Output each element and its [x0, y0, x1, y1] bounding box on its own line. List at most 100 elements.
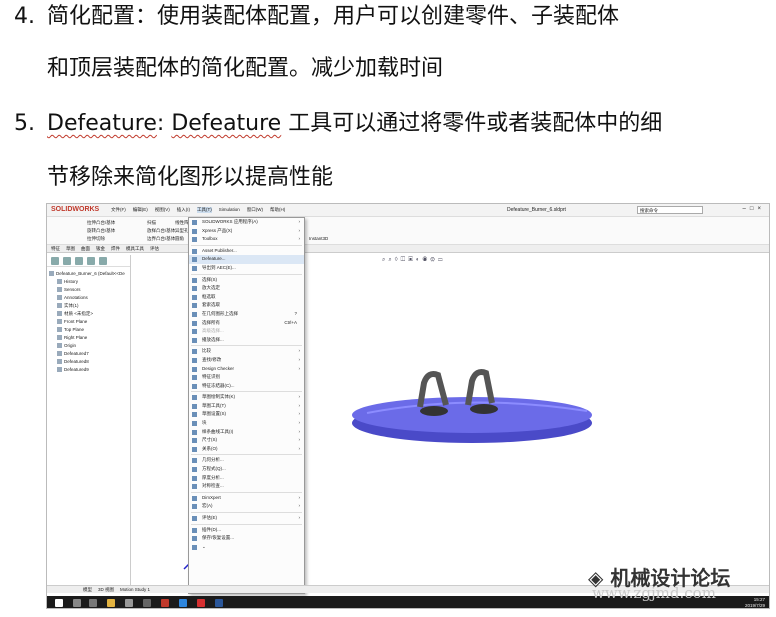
- tools-menu-item[interactable]: 套索选取: [189, 301, 304, 310]
- menu-item-icon: [192, 484, 197, 490]
- tools-menu-item[interactable]: 草图设置(S) ›: [189, 410, 304, 419]
- feature-tree: Defeature_Burner_6 (Default<<De History …: [47, 267, 130, 377]
- word-icon[interactable]: [215, 599, 223, 607]
- tools-menu-item[interactable]: 方程式(Q)...: [189, 465, 304, 474]
- tree-item[interactable]: History: [49, 278, 128, 286]
- app-icon[interactable]: [179, 599, 187, 607]
- tools-menu-item[interactable]: 特征冻结器(C)...: [189, 382, 304, 391]
- app-icon[interactable]: [197, 599, 205, 607]
- extrude-boss-button[interactable]: 拉伸凸台/基体: [87, 220, 115, 226]
- instant3d-button[interactable]: Instant3D: [309, 236, 328, 241]
- item-4-line-1: 4. 简化配置：使用装配体配置，用户可以创建零件、子装配体: [14, 2, 619, 32]
- tools-menu-item[interactable]: 高级选择...: [189, 327, 304, 336]
- tab-model[interactable]: 模型: [83, 586, 92, 593]
- tools-menu-item[interactable]: 放大选定: [189, 284, 304, 293]
- tab-surfaces[interactable]: 曲面: [81, 245, 90, 252]
- tree-item[interactable]: Defeatured9: [49, 366, 128, 374]
- tree-item[interactable]: Annotations: [49, 294, 128, 302]
- windows-start-icon[interactable]: [55, 599, 63, 607]
- tools-menu-item[interactable]: Defeature...: [189, 255, 304, 264]
- tree-item[interactable]: 实体(1): [49, 302, 128, 310]
- tools-menu-item[interactable]: 选择(S): [189, 276, 304, 285]
- solidworks-taskbar-icon[interactable]: [161, 599, 169, 607]
- extrude-cut-button[interactable]: 拉伸切除: [87, 236, 105, 242]
- menu-view[interactable]: 视图(V): [155, 207, 170, 213]
- tab-evaluate[interactable]: 评估: [150, 245, 159, 252]
- tools-menu-item[interactable]: 宏(A) ›: [189, 502, 304, 511]
- tree-item[interactable]: Sensors: [49, 286, 128, 294]
- menu-window[interactable]: 窗口(W): [247, 207, 263, 213]
- tools-menu-item[interactable]: 对称检查...: [189, 482, 304, 491]
- fillet-button[interactable]: 圆角: [175, 236, 184, 242]
- tools-menu-item[interactable]: Asset Publisher...: [189, 247, 304, 256]
- tab-features[interactable]: 特征: [51, 245, 60, 252]
- revolve-boss-button[interactable]: 旋转凸台/基体: [87, 228, 115, 234]
- tab-sheet-metal[interactable]: 钣金: [96, 245, 105, 252]
- menu-simulation[interactable]: Simulation: [219, 207, 240, 213]
- tree-item[interactable]: Origin: [49, 342, 128, 350]
- tools-menu-item[interactable]: Xpress 产品(X) ›: [189, 227, 304, 236]
- tools-menu-item[interactable]: 选择所有 Ctrl+A: [189, 319, 304, 328]
- search-input[interactable]: 搜索命令: [637, 206, 703, 214]
- file-explorer-icon[interactable]: [107, 599, 115, 607]
- tree-item[interactable]: 材质 <未指定>: [49, 310, 128, 318]
- menu-item-label: 块: [202, 420, 207, 426]
- tools-menu-item[interactable]: 评估(E) ›: [189, 514, 304, 523]
- tree-item[interactable]: Defeatured7: [49, 350, 128, 358]
- tools-menu-item[interactable]: DimXpert ›: [189, 494, 304, 503]
- tools-menu-item[interactable]: SOLIDWORKS 应用程序(A) ›: [189, 218, 304, 227]
- tab-sketch[interactable]: 草图: [66, 245, 75, 252]
- tab-3d-views[interactable]: 3D 视图: [98, 586, 114, 593]
- dimxpert-icon[interactable]: [87, 257, 95, 265]
- tools-menu-item[interactable]: 特征识别: [189, 373, 304, 382]
- tools-menu-item[interactable]: 尺寸(S) ›: [189, 436, 304, 445]
- tab-motion-study[interactable]: Motion Study 1: [120, 586, 150, 593]
- tools-menu-item[interactable]: 播放选择...: [189, 336, 304, 345]
- loft-button[interactable]: 放样凸台/基体: [147, 228, 175, 234]
- tools-menu-item[interactable]: 块 ›: [189, 419, 304, 428]
- menu-file[interactable]: 文件(F): [111, 207, 126, 213]
- tools-menu-item[interactable]: ⌄: [189, 543, 304, 552]
- tools-menu-item[interactable]: 框选取: [189, 293, 304, 302]
- tools-menu-item[interactable]: 比较 ›: [189, 347, 304, 356]
- tab-mold-tools[interactable]: 模具工具: [126, 245, 144, 252]
- tools-menu-item[interactable]: 导出到 AEC(E)...: [189, 264, 304, 273]
- tools-menu-item[interactable]: 草图绘制实体(K) ›: [189, 393, 304, 402]
- submenu-arrow-icon: ›: [298, 515, 301, 520]
- menu-item-icon: [192, 458, 197, 464]
- tree-item[interactable]: Front Plane: [49, 318, 128, 326]
- tools-menu-item[interactable]: 几何分析...: [189, 456, 304, 465]
- tab-weldments[interactable]: 焊件: [111, 245, 120, 252]
- calculator-icon[interactable]: [143, 599, 151, 607]
- tools-menu-item[interactable]: Toolbox ›: [189, 235, 304, 244]
- task-view-icon[interactable]: [89, 599, 97, 607]
- search-icon[interactable]: [73, 599, 81, 607]
- menu-tools[interactable]: 工具(T): [197, 207, 212, 213]
- window-controls[interactable]: –□×: [743, 206, 765, 212]
- tools-menu-item[interactable]: 草图工具(T) ›: [189, 402, 304, 411]
- hole-wizard-button[interactable]: 异型孔: [175, 228, 189, 234]
- tools-menu-item[interactable]: 关系(O) ›: [189, 445, 304, 454]
- boundary-button[interactable]: 边界凸台/基体: [147, 236, 175, 242]
- sweep-button[interactable]: 扫描: [147, 220, 156, 226]
- tools-menu-item[interactable]: 保存/恢复设置...: [189, 534, 304, 543]
- tools-menu-item[interactable]: Design Checker ›: [189, 365, 304, 374]
- tools-menu-item[interactable]: 样条曲线工具(I) ›: [189, 428, 304, 437]
- display-icon[interactable]: [99, 257, 107, 265]
- command-tabs: 特征 草图 曲面 钣金 焊件 模具工具 评估 分析准备: [47, 245, 769, 253]
- tools-menu-item[interactable]: 查找/修改 ›: [189, 356, 304, 365]
- menu-edit[interactable]: 编辑(E): [133, 207, 148, 213]
- menu-help[interactable]: 帮助(H): [270, 207, 285, 213]
- tools-menu-item[interactable]: 厚度分析...: [189, 474, 304, 483]
- tools-menu-item[interactable]: 在几何图形上选择?: [189, 310, 304, 319]
- feature-tree-icon[interactable]: [51, 257, 59, 265]
- tree-item[interactable]: Right Plane: [49, 334, 128, 342]
- menu-insert[interactable]: 插入(I): [177, 207, 190, 213]
- config-icon[interactable]: [75, 257, 83, 265]
- tree-item[interactable]: Top Plane: [49, 326, 128, 334]
- tree-item[interactable]: Defeatured8: [49, 358, 128, 366]
- tools-menu-item[interactable]: 插件(D)...: [189, 526, 304, 535]
- app-icon[interactable]: [125, 599, 133, 607]
- property-icon[interactable]: [63, 257, 71, 265]
- tree-root[interactable]: Defeature_Burner_6 (Default<<De: [49, 270, 128, 278]
